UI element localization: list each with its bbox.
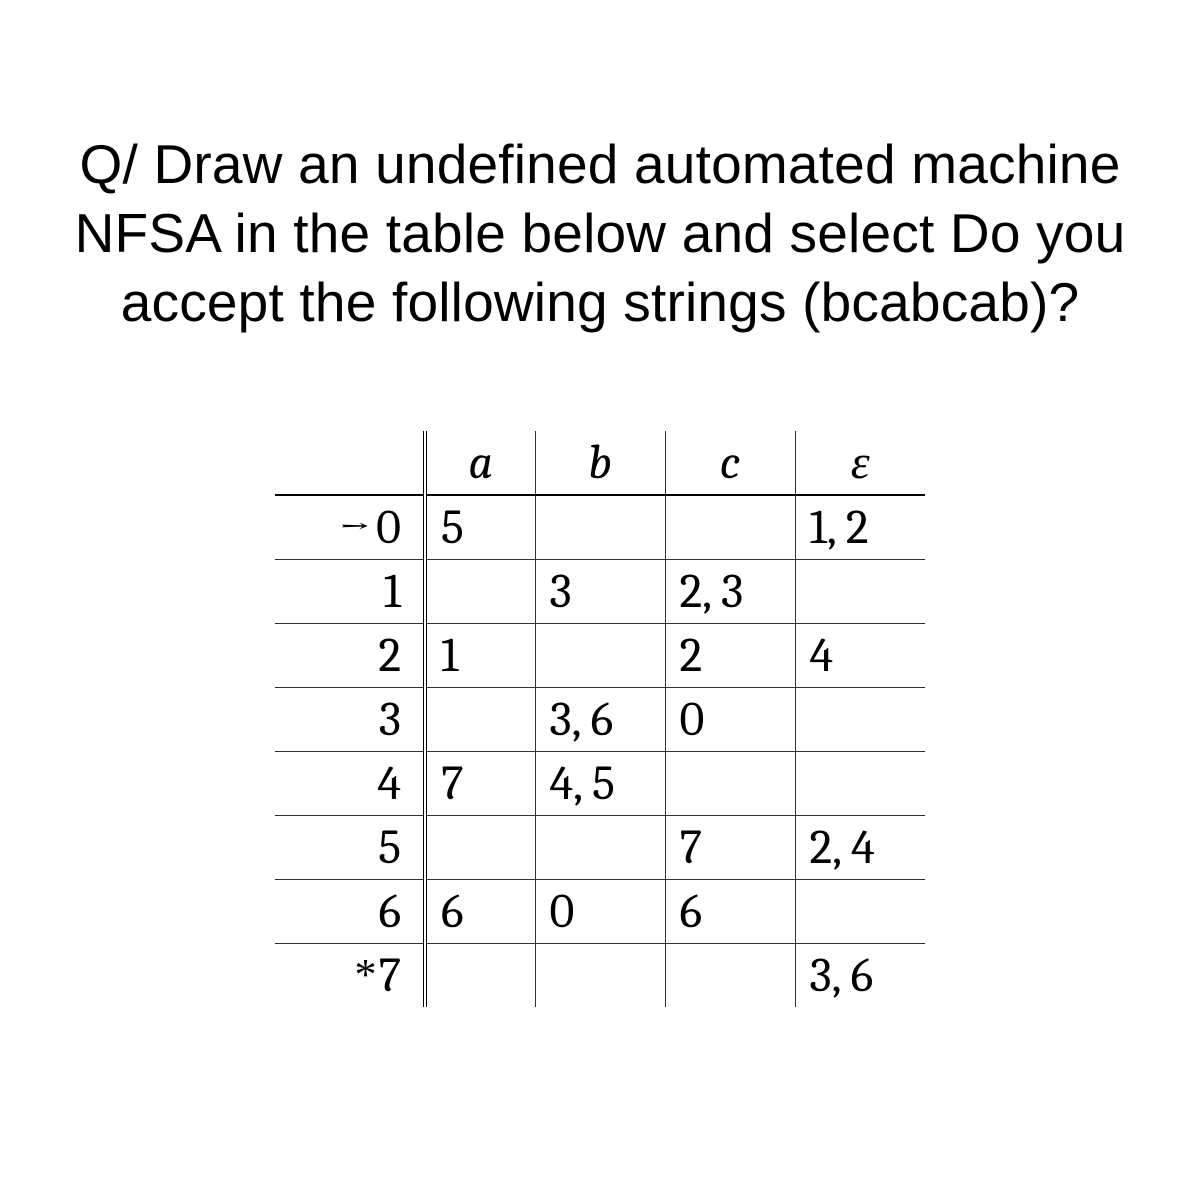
nfsa-table: a b c ε →0 5 1, 2 1 <box>275 431 925 1007</box>
table-row: 3 3, 6 0 <box>275 688 925 752</box>
cell-a: 1 <box>425 624 535 688</box>
state-label: 0 <box>376 500 401 555</box>
header-col-a: a <box>425 431 535 495</box>
cell-b <box>535 624 665 688</box>
cell-c: 6 <box>665 880 795 944</box>
header-state <box>275 431 425 495</box>
state-label: 3 <box>379 692 401 747</box>
table-row: *7 3, 6 <box>275 944 925 1008</box>
cell-b: 4, 5 <box>535 752 665 816</box>
header-col-c: c <box>665 431 795 495</box>
cell-a <box>425 688 535 752</box>
state-cell: 6 <box>275 880 425 944</box>
cell-a <box>425 944 535 1008</box>
cell-c <box>665 944 795 1008</box>
cell-c: 2, 3 <box>665 560 795 624</box>
cell-b <box>535 495 665 560</box>
cell-c <box>665 495 795 560</box>
cell-b: 3, 6 <box>535 688 665 752</box>
accept-star-icon: * <box>354 950 376 999</box>
table-row: 1 3 2, 3 <box>275 560 925 624</box>
table-row: 6 6 0 6 <box>275 880 925 944</box>
page: Q/ Draw an undefined automated machine N… <box>0 0 1200 1007</box>
cell-c: 7 <box>665 816 795 880</box>
cell-a <box>425 816 535 880</box>
state-cell: →0 <box>275 495 425 560</box>
state-cell: 1 <box>275 560 425 624</box>
cell-b <box>535 944 665 1008</box>
header-col-b: b <box>535 431 665 495</box>
table-row: 2 1 2 4 <box>275 624 925 688</box>
state-label: 7 <box>378 948 401 1003</box>
cell-c: 0 <box>665 688 795 752</box>
table-row: 4 7 4, 5 <box>275 752 925 816</box>
cell-a <box>425 560 535 624</box>
cell-c: 2 <box>665 624 795 688</box>
state-label: 5 <box>378 820 401 875</box>
cell-a: 7 <box>425 752 535 816</box>
cell-a: 6 <box>425 880 535 944</box>
table-row: 5 7 2, 4 <box>275 816 925 880</box>
state-cell: 5 <box>275 816 425 880</box>
state-label: 2 <box>378 628 401 683</box>
cell-eps: 4 <box>795 624 925 688</box>
question-text: Q/ Draw an undefined automated machine N… <box>50 130 1150 336</box>
cell-c <box>665 752 795 816</box>
state-label: 1 <box>384 564 401 619</box>
state-cell: 4 <box>275 752 425 816</box>
header-col-eps: ε <box>795 431 925 495</box>
cell-a: 5 <box>425 495 535 560</box>
cell-eps: 2, 4 <box>795 816 925 880</box>
cell-b: 3 <box>535 560 665 624</box>
nfsa-table-wrap: a b c ε →0 5 1, 2 1 <box>0 431 1200 1007</box>
table-header-row: a b c ε <box>275 431 925 495</box>
cell-eps <box>795 688 925 752</box>
state-label: 6 <box>378 884 401 939</box>
table-row: →0 5 1, 2 <box>275 495 925 560</box>
state-cell: *7 <box>275 944 425 1008</box>
cell-eps <box>795 560 925 624</box>
cell-b: 0 <box>535 880 665 944</box>
state-cell: 3 <box>275 688 425 752</box>
cell-eps: 1, 2 <box>795 495 925 560</box>
cell-eps <box>795 752 925 816</box>
state-cell: 2 <box>275 624 425 688</box>
cell-b <box>535 816 665 880</box>
state-label: 4 <box>377 756 401 811</box>
cell-eps <box>795 880 925 944</box>
start-arrow-icon: → <box>339 505 370 551</box>
cell-eps: 3, 6 <box>795 944 925 1008</box>
